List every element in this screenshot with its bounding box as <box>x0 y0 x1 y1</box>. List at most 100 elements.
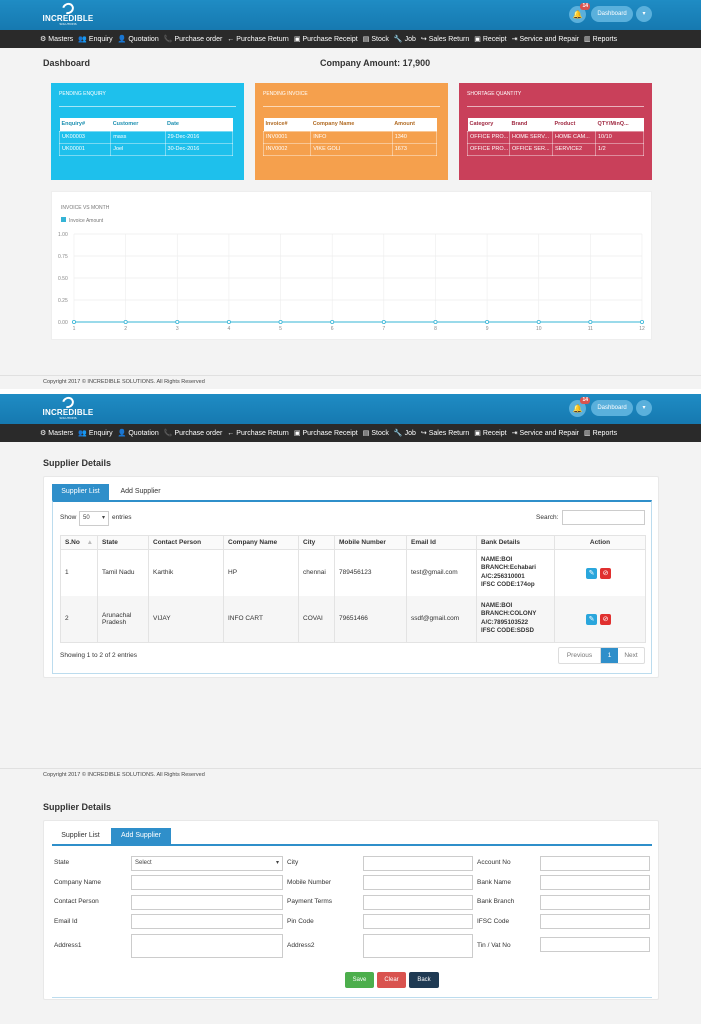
clear-button[interactable]: Clear <box>377 972 406 988</box>
address1-textarea[interactable] <box>131 934 283 958</box>
nav-stock[interactable]: ▤ Stock <box>363 429 389 437</box>
notification-bell-icon[interactable]: 🔔 14 <box>569 3 590 23</box>
table-row[interactable]: OFFICE PRO... HOME SERV... HOME CAM... 10/1… <box>467 130 644 144</box>
receipt-icon: ▣ <box>293 36 301 43</box>
nav-job[interactable]: 🔧 Job <box>394 35 416 43</box>
table-row[interactable]: INV0002 VIKE GOLI 1673 <box>262 142 438 156</box>
column-header[interactable]: Product <box>552 118 596 131</box>
user-menu-caret-icon[interactable]: ▾ <box>636 6 652 22</box>
tab-supplier-list[interactable]: Supplier List <box>52 484 109 500</box>
nav-sales-return[interactable]: ↪ Sales Return <box>421 429 469 437</box>
mobile-number-input[interactable] <box>363 875 473 890</box>
city-input[interactable] <box>363 856 473 871</box>
column-header-bank-details[interactable]: Bank Details <box>476 535 555 550</box>
supplier-list-panel: Supplier List Add Supplier Show 50 ▾ ent… <box>43 476 659 678</box>
table-row[interactable]: 2 Arunachal Pradesh VIJAY INFO CART COVA… <box>60 595 646 642</box>
nav-purchase-receipt[interactable]: ▣ Purchase Receipt <box>294 35 358 43</box>
address2-textarea[interactable] <box>363 934 473 958</box>
delete-icon[interactable]: ⊘ <box>600 568 611 579</box>
address1-label: Address1 <box>54 942 82 949</box>
nav-purchase-return[interactable]: ← Purchase Return <box>227 36 289 43</box>
contact-person-input[interactable] <box>131 895 283 910</box>
table-row[interactable]: OFFICE PRO... OFFICE SER... SERVICE2 1/2 <box>467 142 644 156</box>
delete-icon[interactable]: ⊘ <box>600 613 611 625</box>
column-header-sno[interactable]: S.No ▲ <box>60 535 98 550</box>
nav-purchase-receipt[interactable]: ▣ Purchase Receipt <box>294 429 358 437</box>
column-header-mobile-number[interactable]: Mobile Number <box>334 535 407 550</box>
column-header-company-name[interactable]: Company Name <box>223 535 299 550</box>
column-header-city[interactable]: City <box>298 535 335 550</box>
brand-logo[interactable]: INCREDIBLE SOLUTIONS <box>42 394 94 421</box>
nav-reports[interactable]: ▥ Reports <box>584 35 617 43</box>
nav-service-and-repair[interactable]: ⇥ Service and Repair <box>512 35 579 43</box>
nav-enquiry[interactable]: 👥 Enquiry <box>78 35 112 43</box>
company-name-input[interactable] <box>131 875 283 890</box>
nav-masters[interactable]: ⚙ Masters <box>40 35 73 43</box>
column-header[interactable]: Amount <box>392 118 437 131</box>
column-header[interactable]: QTY/MinQ... <box>595 118 644 131</box>
dashboard-button[interactable]: Dashboard <box>591 400 633 416</box>
brand-logo[interactable]: INCREDIBLE SOLUTIONS <box>42 0 94 27</box>
pagination-page-1[interactable]: 1 <box>601 648 618 663</box>
column-header[interactable]: Customer <box>110 118 166 131</box>
ifsc-code-input[interactable] <box>540 914 650 929</box>
column-header[interactable]: Category <box>467 118 510 131</box>
column-header[interactable]: Brand <box>509 118 553 131</box>
pagination-previous[interactable]: Previous <box>559 648 601 663</box>
nav-service-and-repair[interactable]: ⇥ Service and Repair <box>512 429 579 437</box>
save-button[interactable]: Save <box>345 972 374 988</box>
column-header-state[interactable]: State <box>97 535 149 550</box>
table-row[interactable]: INV0001 INFO 1340 <box>262 130 438 144</box>
state-select[interactable]: Select ▾ <box>131 856 283 871</box>
column-header-contact-person[interactable]: Contact Person <box>148 535 224 550</box>
page-size-select[interactable]: 50 ▾ <box>79 511 109 526</box>
nav-receipt[interactable]: ▣ Receipt <box>474 35 506 43</box>
nav-purchase-order[interactable]: 📞 Purchase order <box>164 35 223 43</box>
tab-supplier-list[interactable]: Supplier List <box>52 828 109 844</box>
table-row[interactable]: 1 Tamil Nadu Karthik HP chennai 78945612… <box>60 549 646 596</box>
email-id-input[interactable] <box>131 914 283 929</box>
column-header-email-id[interactable]: Email Id <box>406 535 477 550</box>
data-point <box>175 319 180 324</box>
nav-masters[interactable]: ⚙ Masters <box>40 429 73 437</box>
nav-purchase-return[interactable]: ← Purchase Return <box>227 430 289 437</box>
column-header[interactable]: Date <box>165 118 233 131</box>
edit-icon[interactable]: ✎ <box>586 613 597 625</box>
account-no-input[interactable] <box>540 856 650 871</box>
nav-stock[interactable]: ▤ Stock <box>363 35 389 43</box>
nav-receipt[interactable]: ▣ Receipt <box>474 429 506 437</box>
table-row[interactable]: UK00001 Joel 30-Dec-2016 <box>58 142 234 156</box>
search-input[interactable] <box>562 510 645 525</box>
table-row[interactable]: UK00003 mass 29-Dec-2016 <box>58 130 234 144</box>
legend-label[interactable]: Invoice Amount <box>69 218 104 224</box>
column-header-action[interactable]: Action <box>554 535 646 550</box>
back-button[interactable]: Back <box>409 972 439 988</box>
nav-reports[interactable]: ▥ Reports <box>584 429 617 437</box>
payment-terms-input[interactable] <box>363 895 473 910</box>
notification-bell-icon[interactable]: 🔔 14 <box>569 397 590 417</box>
nav-enquiry[interactable]: 👥 Enquiry <box>78 429 112 437</box>
data-point <box>226 319 231 324</box>
ifsc-code-label: IFSC Code <box>477 918 510 925</box>
column-header[interactable]: Enquiry# <box>59 118 111 131</box>
column-header[interactable]: Company Name <box>310 118 393 131</box>
nav-sales-return[interactable]: ↪ Sales Return <box>421 35 469 43</box>
mobile-number-label: Mobile Number <box>287 879 332 886</box>
nav-purchase-order[interactable]: 📞 Purchase order <box>164 429 223 437</box>
nav-quotation[interactable]: 👤 Quotation <box>118 429 159 437</box>
pagination-next[interactable]: Next <box>618 648 644 663</box>
bank-branch-input[interactable] <box>540 895 650 910</box>
data-point <box>71 319 76 324</box>
edit-icon[interactable]: ✎ <box>586 568 597 579</box>
pin-code-input[interactable] <box>363 914 473 929</box>
column-header[interactable]: Invoice# <box>263 118 311 131</box>
tab-add-supplier[interactable]: Add Supplier <box>111 828 171 844</box>
bank-name-input[interactable] <box>540 875 650 890</box>
user-menu-caret-icon[interactable]: ▾ <box>636 400 652 416</box>
tin-vat-input[interactable] <box>540 937 650 952</box>
tab-add-supplier[interactable]: Add Supplier <box>112 484 169 500</box>
nav-quotation[interactable]: 👤 Quotation <box>118 35 159 43</box>
contact-person-label: Contact Person <box>54 898 99 905</box>
nav-job[interactable]: 🔧 Job <box>394 429 416 437</box>
dashboard-button[interactable]: Dashboard <box>591 6 633 22</box>
